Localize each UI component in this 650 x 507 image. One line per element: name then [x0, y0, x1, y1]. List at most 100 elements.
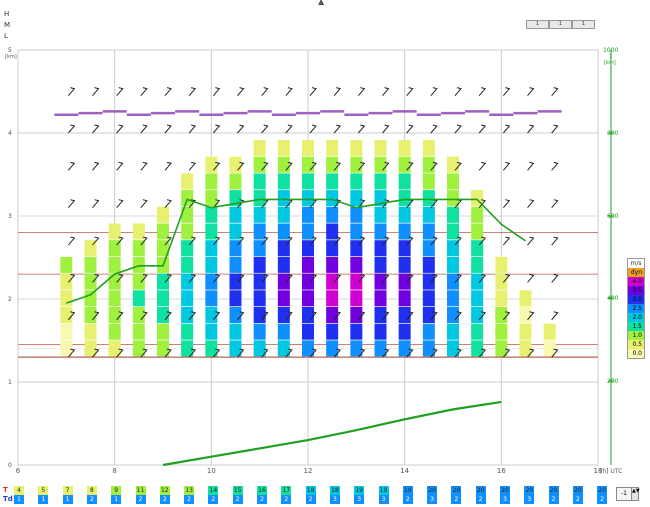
wind-bar-segment [302, 307, 314, 323]
temperature-cell: 20 [524, 486, 535, 495]
dewpoint-cell: 2 [257, 495, 267, 504]
wind-bar-segment [229, 290, 242, 307]
dewpoint-cell: 3 [378, 495, 389, 504]
sounding-chart: 6 8 10 12 14 16 18[h] UTC012345[km]10001[km]20… [5, 47, 622, 475]
wind-bar-segment [471, 273, 484, 290]
temperature-cell: 9 [111, 486, 122, 495]
wind-bar-segment [253, 173, 266, 190]
wind-bar-segment [350, 140, 363, 156]
wind-bar-segment [302, 156, 314, 173]
wind-bar-segment [374, 206, 387, 223]
wind-bar-segment [205, 323, 218, 340]
wind-bar-segment [229, 173, 242, 190]
wind-bar-segment [326, 273, 339, 290]
dewpoint-cell: 2 [572, 495, 583, 504]
wind-bar-segment [157, 323, 169, 340]
x-tick-label: 10 [207, 467, 216, 475]
wind-bar-segment [398, 323, 411, 340]
wind-bar-segment [447, 323, 459, 340]
dewpoint-cell: 2 [402, 495, 413, 504]
wind-bar-segment [253, 156, 266, 173]
temperature-cell: 13 [184, 486, 195, 495]
wind-bar-segment [398, 156, 411, 173]
wind-bar-segment [302, 206, 314, 223]
wind-bar-segment [132, 307, 145, 323]
dewpoint-cell: 2 [232, 495, 243, 504]
wind-bar-segment [519, 307, 532, 323]
wind-bar-segment [277, 290, 290, 307]
wind-bar-segment [447, 206, 459, 223]
wind-bar-segment [253, 206, 266, 223]
wind-bar-segment [398, 290, 411, 307]
temperature-cell: 19 [402, 486, 413, 495]
dewpoint-cell: 2 [475, 495, 486, 504]
wind-bar-segment [374, 140, 387, 156]
dewpoint-cell: 2 [451, 495, 462, 504]
x-tick-label: 6 [16, 467, 21, 475]
wind-bar-segment [229, 206, 242, 223]
wind-bar-segment [350, 206, 363, 223]
wind-bar-segment [277, 256, 290, 273]
wind-bar-segment [471, 307, 484, 323]
wind-bar-segment [132, 256, 145, 273]
wind-bar-segment [398, 140, 411, 156]
wind-bar-segment [60, 256, 73, 273]
temperature-cell: 11 [135, 486, 146, 495]
wind-bar-segment [422, 206, 435, 223]
x-tick-label: 16 [497, 467, 506, 475]
wind-bar-segment [543, 323, 556, 340]
temperature-cell: 18 [329, 486, 340, 495]
wind-bar-segment [422, 323, 435, 340]
right-tick-label: 200 [607, 378, 619, 385]
wind-legend-entry: 0.5 [628, 340, 644, 349]
wind-bar-segment [326, 156, 339, 173]
right-tick-label: 600 [607, 213, 619, 220]
right-tick-label: 800 [607, 130, 619, 137]
wind-bar-segment [326, 256, 339, 273]
wind-legend-entry: dyn [628, 268, 644, 277]
offset-spinner[interactable]: -1 [616, 487, 632, 501]
x-tick-label: 12 [304, 467, 313, 475]
wind-bar-segment [60, 307, 73, 323]
wind-bar-segment [108, 256, 121, 273]
temperature-cell: 18 [305, 486, 316, 495]
wind-legend-entry: 4.0 [628, 277, 644, 286]
wind-bar-segment [108, 323, 121, 340]
wind-bar-segment [302, 140, 314, 156]
wind-bar-segment [253, 140, 266, 156]
spinner-arrows-icon[interactable]: ▲▼ [631, 487, 640, 501]
temperature-cell: 20 [475, 486, 486, 495]
wind-bar-segment [108, 273, 121, 290]
wind-bar-segment [277, 140, 290, 156]
wind-bar-segment [157, 290, 169, 307]
dewpoint-cell: 3 [500, 495, 510, 504]
wind-bar-segment [374, 173, 387, 190]
wind-bar-segment [108, 290, 121, 307]
wind-bar-segment [84, 273, 97, 290]
wind-bar-segment [277, 173, 290, 190]
dewpoint-cell: 2 [548, 495, 559, 504]
dewpoint-cell: 1 [14, 495, 24, 504]
dewpoint-cell: 2 [208, 495, 219, 504]
wind-bar-segment [277, 156, 290, 173]
wind-bar-segment [302, 323, 314, 340]
dewpoint-cell: 1 [62, 495, 73, 504]
wind-bar-segment [374, 307, 387, 323]
wind-bar-segment [302, 190, 314, 207]
wind-bar-segment [229, 256, 242, 273]
temperature-cell: 5 [38, 486, 49, 495]
wind-bar-segment [350, 323, 363, 340]
wind-bar-segment [132, 290, 145, 307]
wind-bar-segment [229, 273, 242, 290]
right-axis-unit: [km] [604, 60, 616, 66]
wind-bar-segment [84, 307, 97, 323]
x-tick-label: 8 [112, 467, 116, 475]
wind-bar-segment [495, 323, 508, 340]
temperature-cell: 20 [451, 486, 462, 495]
wind-bar-segment [422, 307, 435, 323]
y-tick-label: 0 [8, 462, 12, 469]
y-axis-unit: [km] [5, 54, 17, 60]
y-tick-label: 5 [8, 47, 12, 54]
wind-bar-segment [84, 323, 97, 340]
wind-bar-segment [205, 206, 218, 223]
